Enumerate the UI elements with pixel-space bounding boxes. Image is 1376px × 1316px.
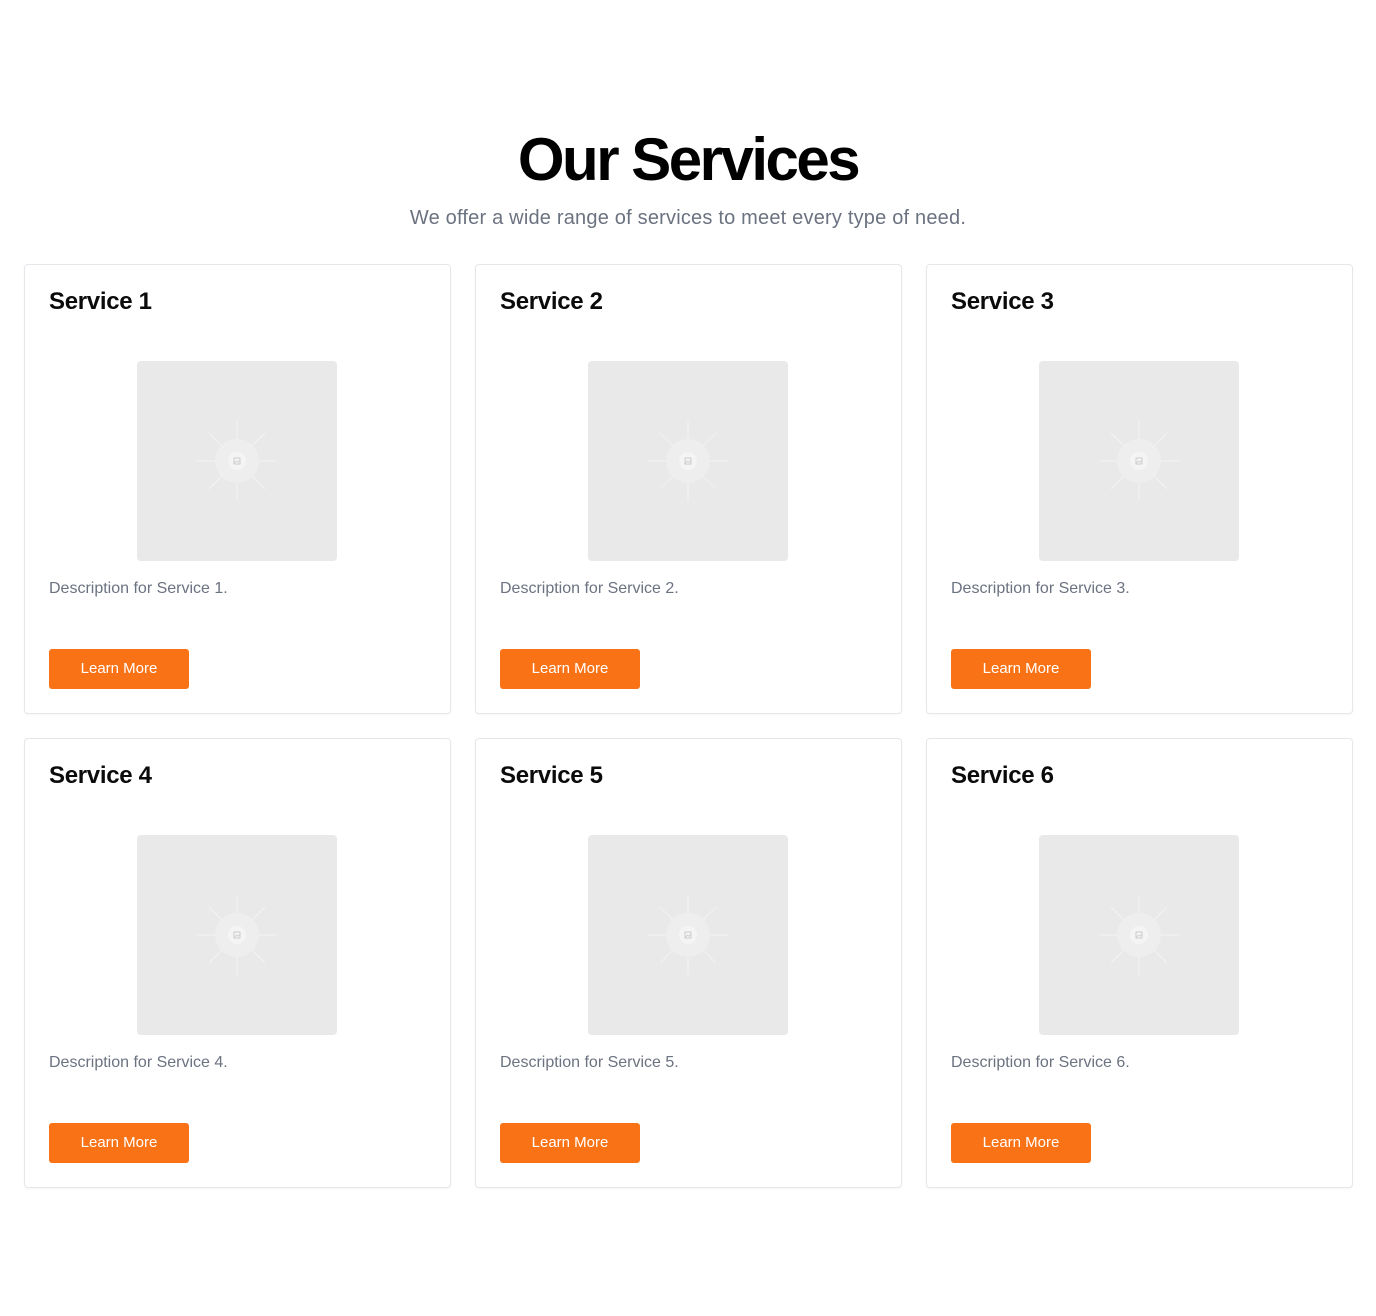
service-card-description: Description for Service 2. (500, 580, 679, 597)
learn-more-button[interactable]: Learn More (951, 649, 1091, 689)
service-card-description: Description for Service 4. (49, 1054, 228, 1071)
learn-more-button[interactable]: Learn More (500, 1123, 640, 1163)
service-card-title: Service 2 (500, 288, 603, 315)
service-card-description: Description for Service 1. (49, 580, 228, 597)
service-card-image (588, 361, 788, 561)
services-grid: Service 1 Description for Service 1. Lea… (24, 264, 1353, 1188)
service-card-title: Service 5 (500, 762, 603, 789)
service-card: Service 5 Description for Service 5. Lea… (475, 738, 902, 1188)
learn-more-button[interactable]: Learn More (49, 1123, 189, 1163)
service-card-image (588, 835, 788, 1035)
service-card: Service 1 Description for Service 1. Lea… (24, 264, 451, 714)
service-card-description: Description for Service 3. (951, 580, 1130, 597)
service-card: Service 6 Description for Service 6. Lea… (926, 738, 1353, 1188)
service-card-title: Service 1 (49, 288, 152, 315)
learn-more-button[interactable]: Learn More (951, 1123, 1091, 1163)
image-placeholder-icon (197, 421, 277, 501)
service-card: Service 3 Description for Service 3. Lea… (926, 264, 1353, 714)
learn-more-button[interactable]: Learn More (500, 649, 640, 689)
image-placeholder-icon (197, 895, 277, 975)
image-placeholder-icon (1099, 421, 1179, 501)
service-card: Service 2 Description for Service 2. Lea… (475, 264, 902, 714)
learn-more-button[interactable]: Learn More (49, 649, 189, 689)
service-card-title: Service 3 (951, 288, 1054, 315)
service-card-title: Service 4 (49, 762, 152, 789)
services-section: Our Services We offer a wide range of se… (0, 0, 1376, 1316)
image-placeholder-icon (648, 895, 728, 975)
image-placeholder-icon (648, 421, 728, 501)
service-card-description: Description for Service 5. (500, 1054, 679, 1071)
service-card-image (1039, 835, 1239, 1035)
service-card-description: Description for Service 6. (951, 1054, 1130, 1071)
service-card-image (1039, 361, 1239, 561)
image-placeholder-icon (1099, 895, 1179, 975)
page-subtitle: We offer a wide range of services to mee… (409, 207, 967, 229)
service-card-title: Service 6 (951, 762, 1054, 789)
service-card: Service 4 Description for Service 4. Lea… (24, 738, 451, 1188)
page-title: Our Services (517, 126, 861, 193)
service-card-image (137, 835, 337, 1035)
service-card-image (137, 361, 337, 561)
